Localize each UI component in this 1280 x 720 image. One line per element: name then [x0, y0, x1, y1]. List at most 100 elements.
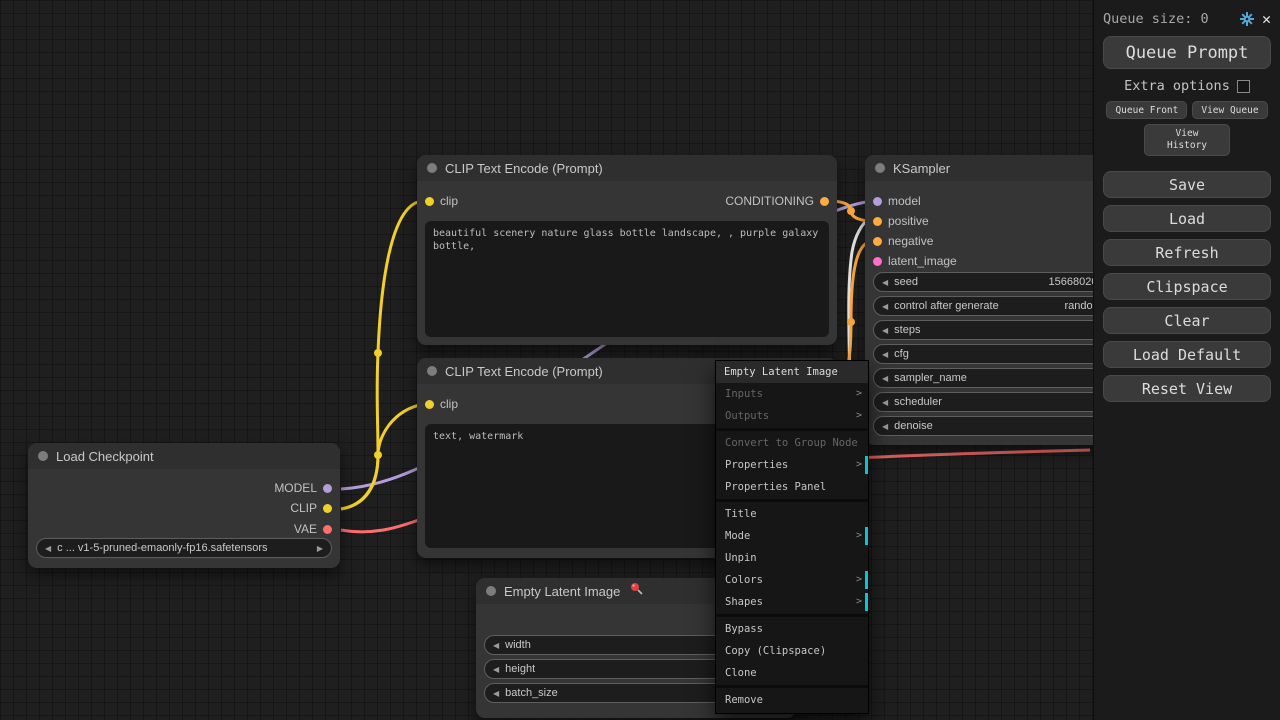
node-collapse-dot[interactable] — [427, 366, 437, 376]
slot-dot-clip[interactable] — [323, 504, 332, 513]
output-slot-clip[interactable]: CLIP — [290, 500, 332, 516]
close-icon[interactable]: ✕ — [1262, 10, 1271, 28]
refresh-button[interactable]: Refresh — [1103, 239, 1271, 266]
node-title: Load Checkpoint — [56, 449, 154, 464]
slot-dot-model[interactable] — [323, 484, 332, 493]
input-slot-clip[interactable]: clip — [425, 193, 458, 209]
submenu-arrow-icon: > — [856, 591, 862, 613]
node-title-bar[interactable]: Load Checkpoint — [28, 443, 340, 469]
slot-dot-clip[interactable] — [425, 400, 434, 409]
reset-view-button[interactable]: Reset View — [1103, 375, 1271, 402]
node-collapse-dot[interactable] — [486, 586, 496, 596]
prompt-textarea[interactable]: beautiful scenery nature glass bottle la… — [425, 221, 829, 337]
ctx-item-mode[interactable]: Mode > — [716, 525, 868, 547]
ctx-item-remove[interactable]: Remove — [716, 689, 868, 711]
load-button[interactable]: Load — [1103, 205, 1271, 232]
widget-left-arrow-icon[interactable]: ◀ — [882, 398, 888, 407]
node-title-bar[interactable]: CLIP Text Encode (Prompt) — [417, 155, 837, 181]
input-slot-positive[interactable]: positive — [873, 213, 929, 229]
node-title: CLIP Text Encode (Prompt) — [445, 161, 603, 176]
comfy-menu-panel: Queue size: 0 ✕ Queue Prompt Extra optio… — [1093, 0, 1280, 720]
slot-label: model — [888, 194, 921, 208]
node-title: CLIP Text Encode (Prompt) — [445, 364, 603, 379]
widget-left-arrow-icon[interactable]: ◀ — [493, 689, 499, 698]
pin-icon — [630, 582, 643, 600]
input-slot-latent-image[interactable]: latent_image — [873, 253, 957, 269]
queue-front-button[interactable]: Queue Front — [1106, 101, 1187, 119]
submenu-arrow-icon: > — [856, 454, 862, 476]
slot-label: CONDITIONING — [725, 194, 814, 208]
context-menu-title: Empty Latent Image — [716, 361, 868, 383]
node-clip-text-encode-positive[interactable]: CLIP Text Encode (Prompt) clip CONDITION… — [417, 155, 837, 345]
input-slot-clip[interactable]: clip — [425, 396, 458, 412]
load-default-button[interactable]: Load Default — [1103, 341, 1271, 368]
menu-separator — [716, 614, 868, 617]
ctx-item-convert-to-group-node: Convert to Group Node — [716, 432, 868, 454]
ctx-item-unpin[interactable]: Unpin — [716, 547, 868, 569]
ctx-item-copy-clipspace[interactable]: Copy (Clipspace) — [716, 640, 868, 662]
view-queue-button[interactable]: View Queue — [1192, 101, 1267, 119]
ctx-item-clone[interactable]: Clone — [716, 662, 868, 684]
ctx-item-bypass[interactable]: Bypass — [716, 618, 868, 640]
node-title: Empty Latent Image — [504, 584, 620, 599]
node-collapse-dot[interactable] — [427, 163, 437, 173]
slot-dot-latent[interactable] — [873, 257, 882, 266]
clear-button[interactable]: Clear — [1103, 307, 1271, 334]
widget-left-arrow-icon[interactable]: ◀ — [882, 326, 888, 335]
view-history-button[interactable]: View History — [1144, 124, 1230, 156]
ctx-item-colors[interactable]: Colors > — [716, 569, 868, 591]
ctx-item-outputs: Outputs > — [716, 405, 868, 427]
submenu-arrow-icon: > — [856, 383, 862, 405]
settings-gear-icon[interactable] — [1239, 11, 1255, 27]
input-slot-model[interactable]: model — [873, 193, 921, 209]
slot-dot-vae[interactable] — [323, 525, 332, 534]
queue-prompt-button[interactable]: Queue Prompt — [1103, 36, 1271, 69]
menu-separator — [716, 428, 868, 431]
widget-left-arrow-icon[interactable]: ◀ — [882, 422, 888, 431]
output-slot-vae[interactable]: VAE — [294, 521, 332, 537]
node-collapse-dot[interactable] — [875, 163, 885, 173]
menu-separator — [716, 685, 868, 688]
ctx-item-properties-panel[interactable]: Properties Panel — [716, 476, 868, 498]
slot-dot-conditioning[interactable] — [873, 237, 882, 246]
slot-label: VAE — [294, 522, 317, 536]
ctx-item-title[interactable]: Title — [716, 503, 868, 525]
slot-label: positive — [888, 214, 929, 228]
extra-options-checkbox[interactable] — [1237, 80, 1250, 93]
combo-left-arrow-icon[interactable]: ◀ — [45, 544, 51, 553]
slot-dot-model[interactable] — [873, 197, 882, 206]
node-load-checkpoint[interactable]: Load Checkpoint MODEL CLIP VAE ◀ c ... v… — [28, 443, 340, 568]
clipspace-button[interactable]: Clipspace — [1103, 273, 1271, 300]
ctx-item-properties[interactable]: Properties > — [716, 454, 868, 476]
ckpt-name-combo-widget[interactable]: ◀ c ... v1-5-pruned-emaonly-fp16.safeten… — [36, 538, 332, 558]
combo-right-arrow-icon[interactable]: ▶ — [317, 544, 323, 553]
widget-left-arrow-icon[interactable]: ◀ — [493, 641, 499, 650]
slot-dot-conditioning[interactable] — [820, 197, 829, 206]
slot-dot-conditioning[interactable] — [873, 217, 882, 226]
ckpt-name-value: c ... v1-5-pruned-emaonly-fp16.safetenso… — [57, 542, 311, 554]
widget-left-arrow-icon[interactable]: ◀ — [882, 374, 888, 383]
output-slot-model[interactable]: MODEL — [274, 480, 332, 496]
ctx-item-shapes[interactable]: Shapes > — [716, 591, 868, 613]
output-slot-conditioning[interactable]: CONDITIONING — [725, 193, 829, 209]
slot-label: MODEL — [274, 481, 317, 495]
node-canvas[interactable]: CLIP Text Encode (Prompt) clip CONDITION… — [0, 0, 1280, 720]
save-button[interactable]: Save — [1103, 171, 1271, 198]
widget-left-arrow-icon[interactable]: ◀ — [882, 350, 888, 359]
widget-left-arrow-icon[interactable]: ◀ — [493, 665, 499, 674]
slot-label: CLIP — [290, 501, 317, 515]
input-slot-negative[interactable]: negative — [873, 233, 933, 249]
widget-left-arrow-icon[interactable]: ◀ — [882, 278, 888, 287]
submenu-arrow-icon: > — [856, 525, 862, 547]
widget-left-arrow-icon[interactable]: ◀ — [882, 302, 888, 311]
slot-label: latent_image — [888, 254, 957, 268]
submenu-arrow-icon: > — [856, 569, 862, 591]
slot-dot-clip[interactable] — [425, 197, 434, 206]
submenu-arrow-icon: > — [856, 405, 862, 427]
slot-label: clip — [440, 194, 458, 208]
slot-label: clip — [440, 397, 458, 411]
queue-size-label: Queue size: 0 — [1103, 11, 1232, 27]
ctx-item-inputs: Inputs > — [716, 383, 868, 405]
menu-separator — [716, 499, 868, 502]
node-collapse-dot[interactable] — [38, 451, 48, 461]
